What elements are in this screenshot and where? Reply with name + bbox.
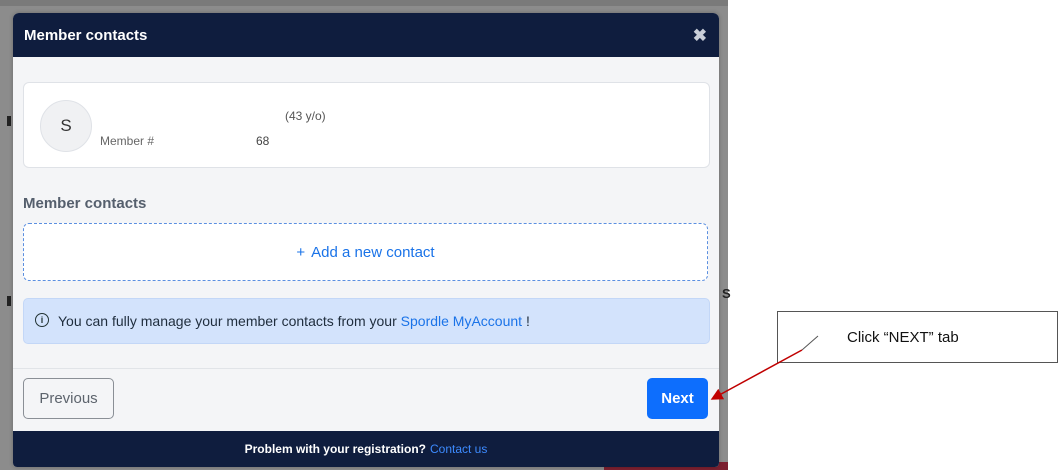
contact-us-link[interactable]: Contact us <box>430 442 487 456</box>
member-age: (43 y/o) <box>285 109 326 123</box>
modal-header: Member contacts ✖ <box>13 13 719 57</box>
member-contacts-modal: Member contacts ✖ S (43 y/o) Member # 68… <box>13 13 719 467</box>
backdrop-text-fragment: S <box>722 286 731 301</box>
registration-help-bar: Problem with your registration? Contact … <box>13 431 719 467</box>
callout-text: Click “NEXT” tab <box>847 329 959 346</box>
help-text: Problem with your registration? <box>244 442 426 456</box>
previous-button[interactable]: Previous <box>23 378 114 419</box>
footer-divider <box>13 368 719 369</box>
info-text-end: ! <box>525 313 530 329</box>
info-text-main: You can fully manage your member contact… <box>58 313 397 329</box>
myaccount-link[interactable]: Spordle MyAccount <box>401 313 522 329</box>
close-icon[interactable]: ✖ <box>693 27 707 44</box>
add-contact-button[interactable]: + Add a new contact <box>23 223 708 281</box>
section-title: Member contacts <box>23 195 147 212</box>
backdrop-text-fragment <box>7 296 11 306</box>
backdrop-top-strip <box>0 0 728 6</box>
avatar: S <box>40 100 92 152</box>
modal-title: Member contacts <box>24 27 148 44</box>
member-card: S (43 y/o) Member # 68 <box>23 82 710 168</box>
member-number-value: 68 <box>256 134 270 148</box>
add-contact-label: Add a new contact <box>311 243 435 261</box>
plus-icon: + <box>296 243 306 261</box>
info-alert: i You can fully manage your member conta… <box>23 298 710 344</box>
next-button[interactable]: Next <box>647 378 708 419</box>
member-number-label: Member # <box>100 134 155 148</box>
annotation-callout: Click “NEXT” tab <box>777 311 1058 363</box>
info-icon: i <box>35 313 49 327</box>
info-text: You can fully manage your member contact… <box>58 313 530 329</box>
backdrop-text-fragment <box>7 116 11 126</box>
